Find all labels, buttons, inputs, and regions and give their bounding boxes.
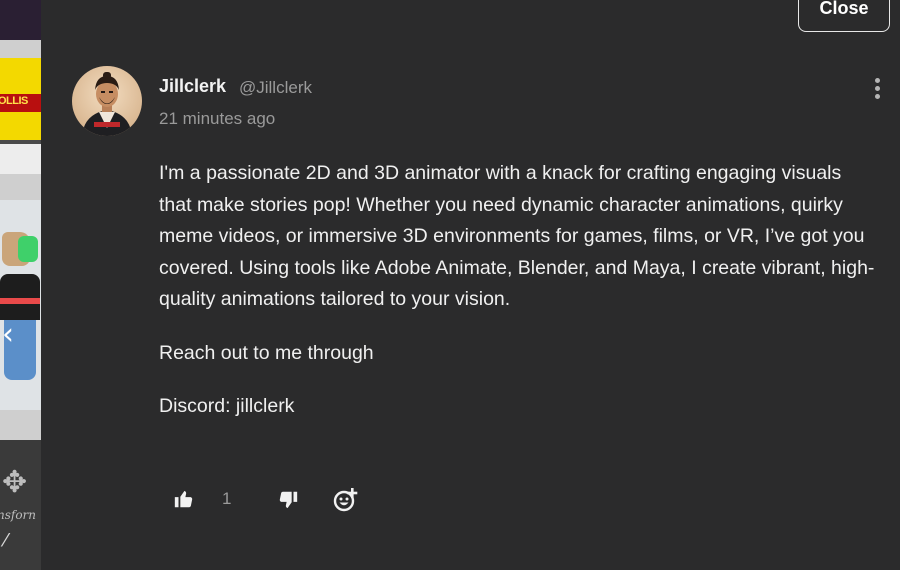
post-body: I'm a passionate 2D and 3D animator with…	[159, 158, 879, 423]
avatar[interactable]	[72, 66, 142, 136]
tool-label: nsforn	[0, 508, 37, 522]
background-toolbar: ✥ nsforn ⁄	[0, 440, 41, 570]
chevron-left-icon[interactable]: ‹	[2, 320, 14, 350]
post-timestamp: 21 minutes ago	[159, 109, 276, 128]
close-button[interactable]: Close	[798, 0, 890, 32]
wand-icon[interactable]: ⁄	[4, 530, 7, 551]
dislike-button[interactable]	[277, 489, 299, 516]
background-thumbnail-text: OLLIS	[0, 95, 28, 107]
like-count: 1	[222, 489, 232, 508]
thumbs-down-icon	[279, 491, 298, 509]
more-options-button[interactable]	[869, 76, 885, 102]
thumbs-up-icon	[174, 490, 193, 508]
add-reaction-icon	[333, 488, 358, 512]
avatar-image	[72, 66, 142, 136]
post-paragraph: Discord: jillclerk	[159, 395, 295, 417]
like-button[interactable]	[173, 488, 195, 515]
page: OLLIS ‹ ✥ nsforn ⁄ Close Jillclerk @Jill…	[0, 0, 900, 570]
add-reaction-button[interactable]	[332, 486, 360, 519]
post-paragraph: Reach out to me through	[159, 341, 374, 364]
post-handle[interactable]: @Jillclerk	[239, 78, 312, 98]
post-paragraph: I'm a passionate 2D and 3D animator with…	[159, 162, 875, 310]
move-icon[interactable]: ✥	[2, 468, 27, 498]
post-dialog: Close Jillclerk @Jillclerk 21 minutes ag…	[41, 0, 900, 570]
background-thumbnail[interactable]: OLLIS	[0, 58, 41, 140]
background-character-image[interactable]: ‹	[0, 200, 41, 410]
post-username[interactable]: Jillclerk	[159, 76, 226, 97]
background-header	[0, 0, 41, 40]
background-app-strip: OLLIS ‹ ✥ nsforn ⁄	[0, 0, 41, 570]
